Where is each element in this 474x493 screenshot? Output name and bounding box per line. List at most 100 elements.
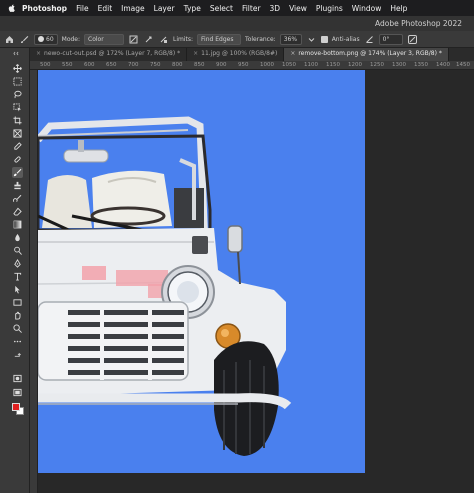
vertical-ruler [30, 70, 38, 493]
swap-colors-icon[interactable] [12, 351, 23, 358]
tab-remove-bottom[interactable]: × remove-bottom.png @ 174% (Layer 3, RGB/… [284, 48, 449, 61]
ruler-tick: 1150 [326, 62, 340, 68]
frame-tool-icon[interactable] [12, 128, 23, 139]
menu-layer[interactable]: Layer [154, 4, 175, 13]
limits-value: Find Edges [201, 35, 234, 43]
pressure-size-icon[interactable] [407, 34, 418, 45]
ruler-tick: 600 [84, 62, 95, 68]
toolbar-collapse-icon[interactable] [12, 50, 23, 56]
antialias-label: Anti-alias [331, 35, 360, 43]
type-tool-icon[interactable] [12, 271, 23, 282]
menu-3d[interactable]: 3D [270, 4, 281, 13]
marquee-tool-icon[interactable] [12, 76, 23, 87]
tab-label: 11.jpg @ 100% (RGB/8#) [201, 50, 278, 57]
horizontal-ruler: 500 550 600 650 700 750 800 850 900 950 … [30, 61, 474, 70]
menu-select[interactable]: Select [210, 4, 233, 13]
ruler-tick: 650 [106, 62, 117, 68]
move-tool-icon[interactable] [12, 63, 23, 74]
brush-size-value: 60 [46, 35, 54, 43]
tab-11-jpg[interactable]: × 11.jpg @ 100% (RGB/8#) [187, 48, 285, 61]
menu-view[interactable]: View [289, 4, 307, 13]
tolerance-value: 36% [283, 35, 298, 43]
menu-app-name[interactable]: Photoshop [22, 4, 67, 13]
ruler-tick: 900 [216, 62, 227, 68]
ruler-tick: 1250 [370, 62, 384, 68]
tab-close-icon[interactable]: × [36, 50, 41, 57]
blur-tool-icon[interactable] [12, 232, 23, 243]
screen-mode-icon[interactable] [12, 387, 23, 398]
menu-type[interactable]: Type [184, 4, 201, 13]
tolerance-input[interactable]: 36% [279, 33, 302, 45]
hand-tool-icon[interactable] [12, 310, 23, 321]
dodge-tool-icon[interactable] [12, 245, 23, 256]
tab-label: remove-bottom.png @ 174% (Layer 3, RGB/8… [298, 50, 442, 57]
document-canvas[interactable] [38, 70, 365, 473]
window-title: Adobe Photoshop 2022 [375, 19, 462, 28]
ruler-tick: 1350 [414, 62, 428, 68]
limits-label: Limits: [173, 35, 194, 43]
car-image [38, 116, 292, 456]
color-replacement-tool-icon[interactable] [12, 167, 23, 178]
clone-stamp-tool-icon[interactable] [12, 180, 23, 191]
zoom-tool-icon[interactable] [12, 323, 23, 334]
menu-image[interactable]: Image [121, 4, 145, 13]
ruler-tick: 950 [238, 62, 249, 68]
menu-filter[interactable]: Filter [242, 4, 261, 13]
menu-edit[interactable]: Edit [98, 4, 113, 13]
ruler-tick: 700 [128, 62, 139, 68]
menu-window[interactable]: Window [352, 4, 382, 13]
sampling-background-icon[interactable] [158, 34, 169, 45]
menu-file[interactable]: File [76, 4, 89, 13]
foreground-color-swatch[interactable] [12, 403, 20, 411]
history-brush-tool-icon[interactable] [12, 193, 23, 204]
angle-icon [364, 34, 375, 45]
eraser-tool-icon[interactable] [12, 206, 23, 217]
tab-newo-cut-out[interactable]: × newo-cut-out.psd @ 172% (Layer 7, RGB/8… [30, 48, 188, 61]
tab-close-icon[interactable]: × [290, 50, 295, 57]
menu-bar: Photoshop File Edit Image Layer Type Sel… [0, 0, 474, 16]
antialias-checkbox[interactable] [320, 35, 328, 43]
color-replacement-brush-icon[interactable] [19, 34, 30, 45]
menu-help[interactable]: Help [390, 4, 407, 13]
more-tools-icon[interactable] [12, 336, 23, 347]
home-icon[interactable] [4, 34, 15, 45]
options-bar: 60 Mode: Color Limits: Find Edges Tolera… [0, 31, 474, 48]
object-selection-tool-icon[interactable] [12, 102, 23, 113]
ruler-tick: 1300 [392, 62, 406, 68]
lasso-tool-icon[interactable] [12, 89, 23, 100]
mode-select[interactable]: Color [84, 33, 125, 45]
brush-preset-picker[interactable]: 60 [34, 33, 58, 45]
tools-panel [0, 48, 30, 493]
brush-tip-icon [38, 36, 44, 42]
mode-value: Color [88, 35, 104, 43]
tolerance-label: Tolerance: [245, 35, 276, 43]
mode-label: Mode: [61, 35, 81, 43]
ruler-tick: 1450 [456, 62, 470, 68]
tolerance-dropdown-icon[interactable] [306, 34, 317, 45]
crop-tool-icon[interactable] [12, 115, 23, 126]
document-tabs: × newo-cut-out.psd @ 172% (Layer 7, RGB/8… [30, 48, 474, 61]
gradient-tool-icon[interactable] [12, 219, 23, 230]
sampling-once-icon[interactable] [143, 34, 154, 45]
ruler-tick: 1100 [304, 62, 318, 68]
apple-icon[interactable] [6, 3, 18, 13]
tab-close-icon[interactable]: × [193, 50, 198, 57]
quick-mask-icon[interactable] [12, 373, 23, 384]
sampling-continuous-icon[interactable] [128, 34, 139, 45]
ruler-tick: 850 [194, 62, 205, 68]
ruler-tick: 750 [150, 62, 161, 68]
pen-tool-icon[interactable] [12, 258, 23, 269]
menu-plugins[interactable]: Plugins [316, 4, 343, 13]
ruler-tick: 1050 [282, 62, 296, 68]
ruler-tick: 550 [62, 62, 73, 68]
rectangle-tool-icon[interactable] [12, 297, 23, 308]
ruler-tick: 500 [40, 62, 51, 68]
path-selection-tool-icon[interactable] [12, 284, 23, 295]
ruler-tick: 1400 [436, 62, 450, 68]
healing-brush-tool-icon[interactable] [12, 154, 23, 165]
window-title-bar: Adobe Photoshop 2022 [0, 16, 474, 31]
angle-input[interactable]: 0° [378, 33, 403, 45]
angle-value: 0° [382, 35, 390, 43]
eyedropper-tool-icon[interactable] [12, 141, 23, 152]
limits-select[interactable]: Find Edges [197, 33, 242, 45]
